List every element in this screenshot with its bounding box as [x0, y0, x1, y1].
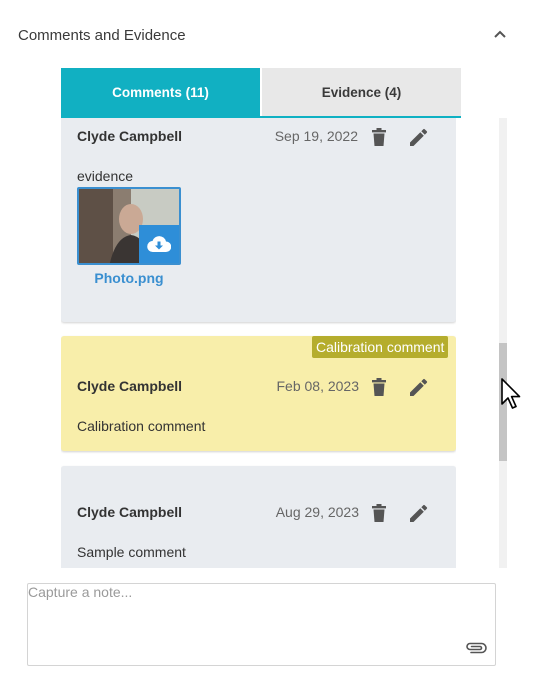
trash-icon — [372, 378, 386, 396]
comment-date: Feb 08, 2023 — [276, 378, 359, 394]
attachment-link[interactable]: Photo.png — [77, 270, 181, 286]
comment-card-calibration: Calibration comment Clyde Campbell Feb 0… — [61, 336, 456, 451]
tab-evidence[interactable]: Evidence (4) — [260, 68, 461, 116]
scrollbar-thumb[interactable] — [499, 343, 507, 461]
paperclip-icon — [466, 642, 487, 654]
delete-button[interactable] — [368, 126, 390, 148]
comment-author: Clyde Campbell — [77, 504, 183, 520]
tab-bar: Comments (11) Evidence (4) — [61, 68, 461, 118]
edit-button[interactable] — [408, 502, 430, 524]
cloud-download-icon — [147, 236, 171, 253]
trash-icon — [372, 504, 386, 522]
comment-card: Clyde Campbell Aug 29, 2023 Sample comme… — [61, 466, 456, 568]
trash-icon — [372, 128, 386, 146]
delete-button[interactable] — [368, 376, 390, 398]
comment-author: Clyde Campbell — [77, 128, 183, 144]
comment-date: Aug 29, 2023 — [275, 504, 359, 520]
comment-card: Clyde Campbell Sep 19, 2022 evidence Pho… — [61, 118, 456, 322]
download-button[interactable] — [139, 225, 179, 263]
pencil-icon — [410, 378, 428, 396]
edit-button[interactable] — [408, 126, 430, 148]
pencil-icon — [410, 128, 428, 146]
section-header: Comments and Evidence — [0, 0, 544, 72]
note-input[interactable] — [28, 584, 495, 665]
attach-file-button[interactable] — [464, 636, 488, 660]
edit-button[interactable] — [408, 376, 430, 398]
collapse-button[interactable] — [486, 20, 514, 48]
comments-list[interactable]: Clyde Campbell Sep 19, 2022 evidence Pho… — [61, 118, 456, 568]
chevron-up-icon — [494, 30, 506, 38]
delete-button[interactable] — [368, 502, 390, 524]
calibration-badge: Calibration comment — [312, 336, 449, 358]
scrollbar[interactable] — [499, 118, 507, 568]
tab-comments[interactable]: Comments (11) — [61, 68, 260, 116]
section-title: Comments and Evidence — [18, 27, 186, 44]
comment-author: Clyde Campbell — [77, 378, 183, 394]
comment-text: Calibration comment — [77, 418, 206, 434]
comment-date: Sep 19, 2022 — [274, 128, 358, 144]
pencil-icon — [410, 504, 428, 522]
comment-text: Sample comment — [77, 544, 186, 560]
attachment-thumbnail[interactable] — [77, 187, 181, 265]
note-box — [27, 583, 496, 666]
comment-text: evidence — [77, 168, 134, 184]
